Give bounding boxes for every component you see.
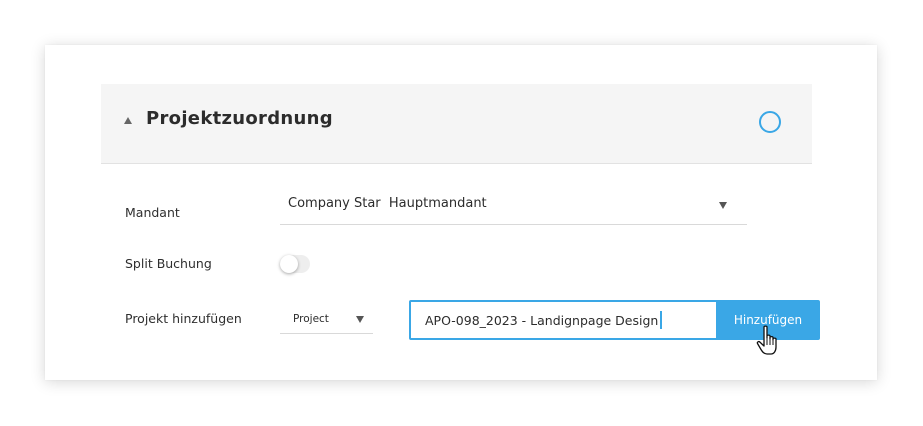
- project-input[interactable]: [411, 302, 717, 338]
- project-assignment-card: Projektzuordnung Mandant Company Star Ha…: [45, 45, 877, 380]
- triangle-up-icon[interactable]: [124, 117, 132, 124]
- add-project-label: Projekt hinzufügen: [125, 311, 242, 326]
- split-booking-label: Split Buchung: [125, 256, 212, 271]
- chevron-down-icon: [719, 202, 727, 209]
- mandant-label: Mandant: [125, 205, 180, 220]
- mandant-value: Company Star Hauptmandant: [288, 196, 487, 211]
- chevron-down-icon: [356, 316, 364, 323]
- hand-pointer-icon: [756, 325, 777, 355]
- split-booking-toggle[interactable]: [280, 255, 310, 273]
- mandant-select[interactable]: Company Star Hauptmandant: [280, 188, 747, 225]
- toggle-knob: [280, 255, 298, 273]
- section-title: Projektzuordnung: [146, 108, 333, 129]
- project-type-select[interactable]: Project: [280, 306, 373, 334]
- text-caret: [660, 311, 662, 329]
- circle-icon: [759, 111, 781, 133]
- section-header[interactable]: Projektzuordnung: [101, 84, 812, 164]
- project-type-value: Project: [293, 313, 329, 325]
